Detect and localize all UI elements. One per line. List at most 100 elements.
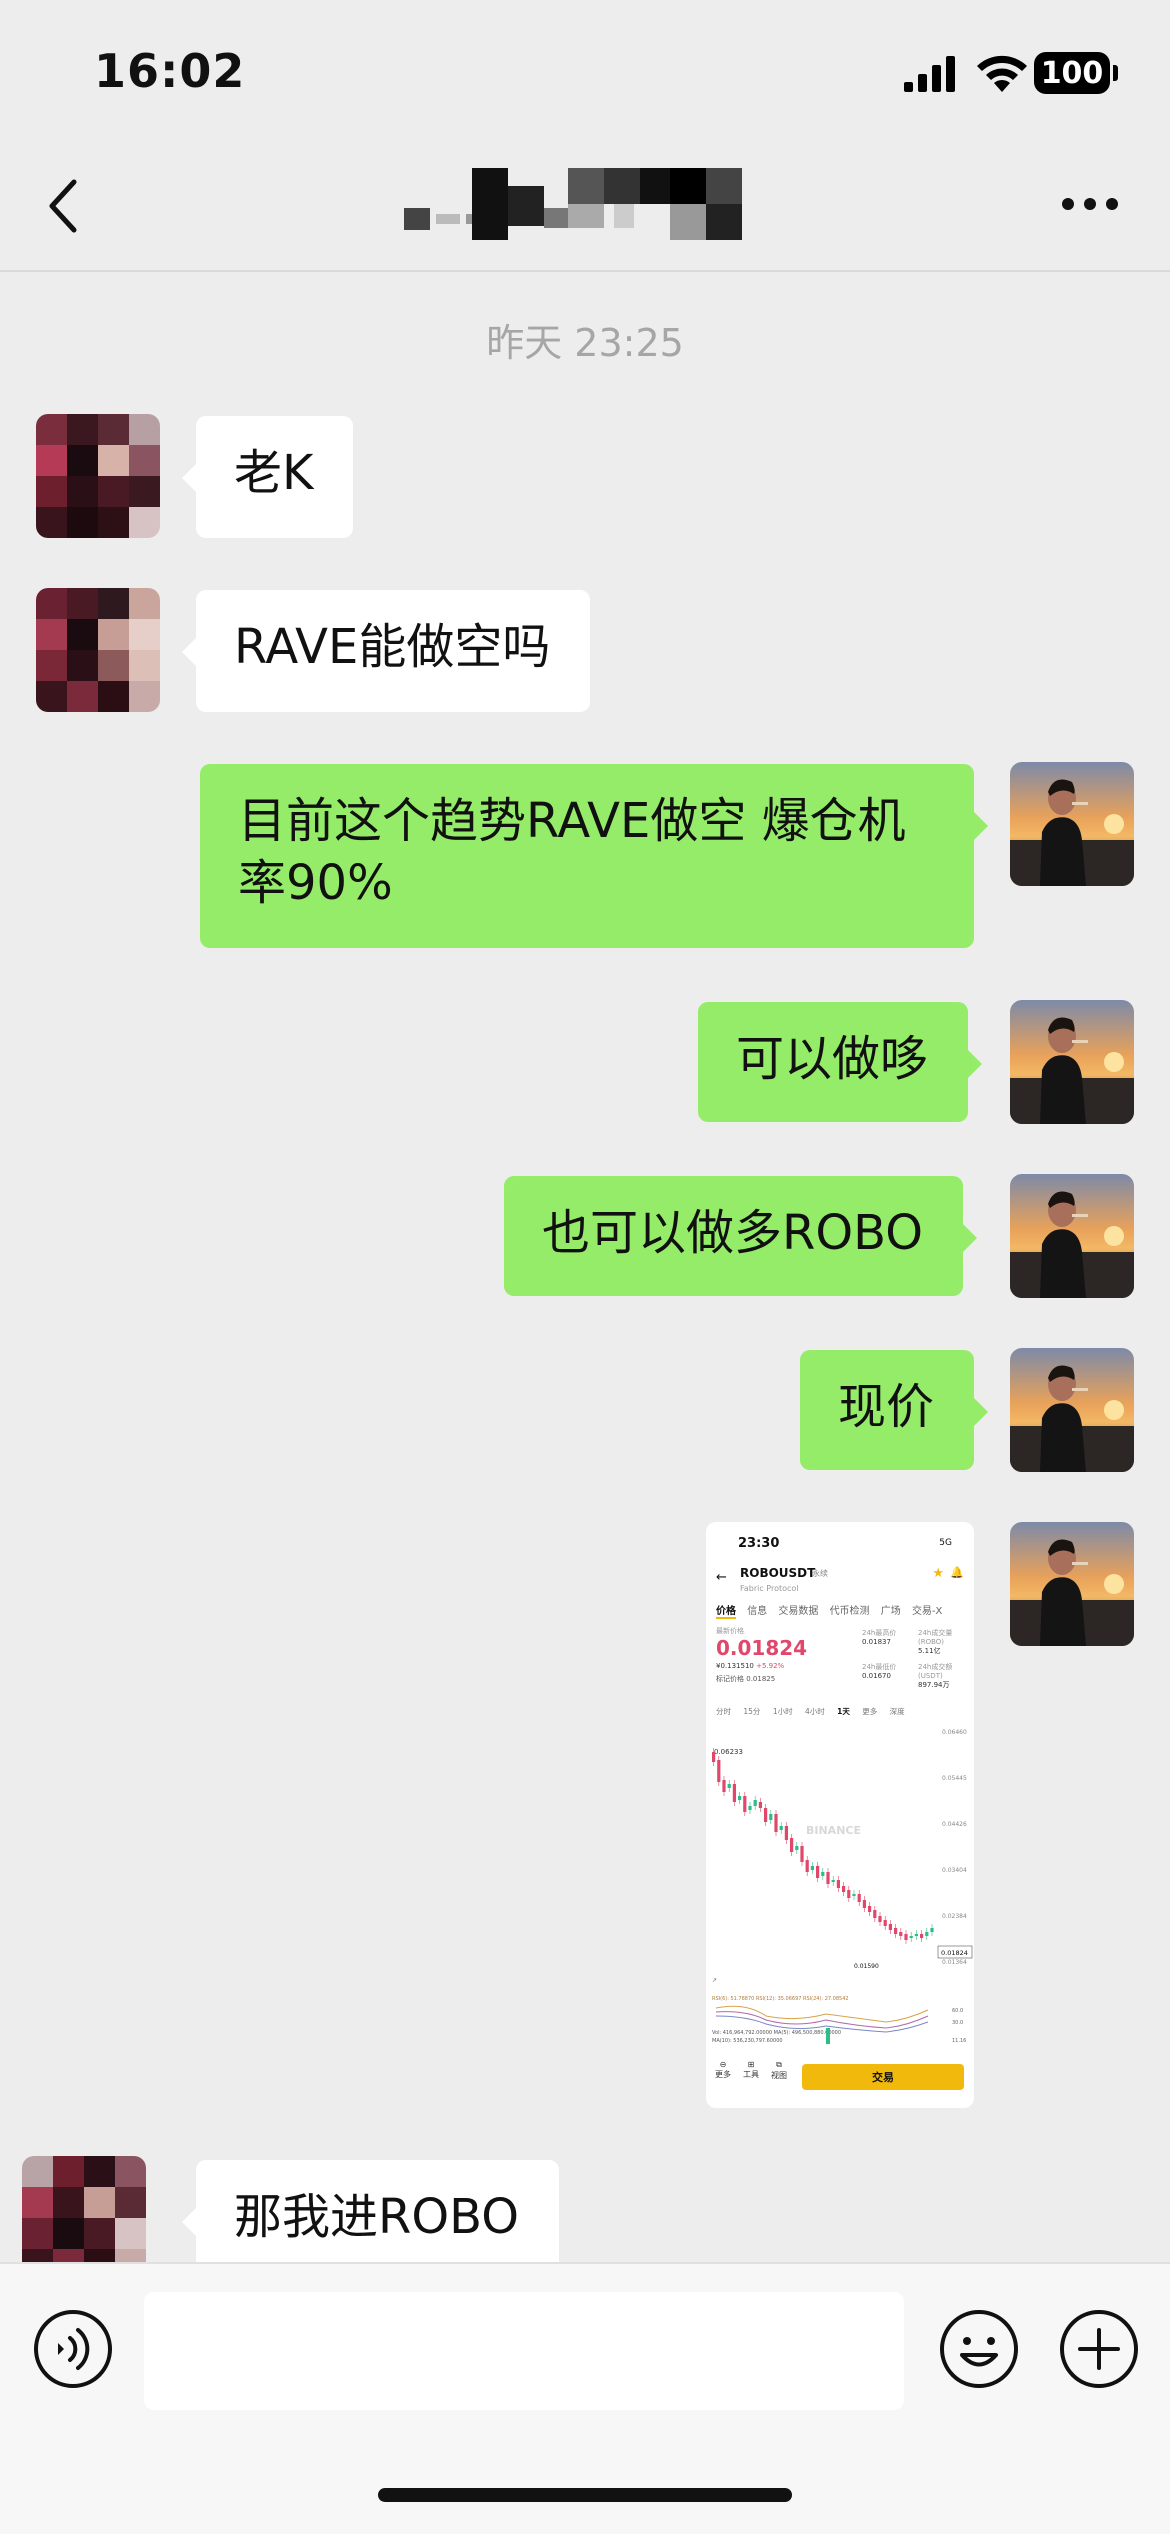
nav-bar (0, 140, 1170, 272)
candle (899, 1932, 903, 1936)
candle (826, 1872, 830, 1884)
message-bubble[interactable]: 现价 (800, 1350, 989, 1470)
candle (795, 1846, 799, 1850)
y-tick: 0.04426 (942, 1821, 967, 1828)
screenshot-tab: 价格 (716, 1606, 736, 1619)
screenshot-tab: 交易-X (911, 1606, 943, 1617)
y-tick: 0.03404 (942, 1867, 967, 1874)
home-indicator[interactable] (378, 2488, 792, 2502)
candle (894, 1928, 898, 1934)
chart-watermark: BINANCE (806, 1824, 861, 1837)
candle (857, 1894, 861, 1902)
candle (790, 1838, 794, 1852)
chevron-left-icon[interactable] (44, 176, 84, 236)
my-avatar[interactable] (1010, 762, 1134, 886)
screenshot-pair: ROBOUSDT (740, 1566, 816, 1580)
candle (753, 1800, 757, 1806)
candle (764, 1808, 768, 1822)
signal-icon (904, 56, 955, 92)
candle (920, 1934, 924, 1938)
chat-title-redacted (404, 168, 742, 240)
candle (758, 1802, 762, 1808)
screenshot-price: 0.01824 (716, 1636, 808, 1660)
screenshot-time: 23:30 (738, 1536, 780, 1551)
contact-avatar[interactable] (36, 588, 160, 712)
stat-label: 24h最低价 (862, 1663, 897, 1671)
stat-label: 24h最高价 (862, 1629, 897, 1637)
screenshot-bottom-bar: ⊖ 更多 ⊞ 工具 ⧉ 视图 交易 (706, 2044, 974, 2108)
candle (784, 1826, 788, 1840)
candle (836, 1880, 840, 1888)
candle (862, 1900, 866, 1908)
candle (878, 1916, 882, 1922)
rsi-line (715, 2011, 929, 2029)
y-tick: 0.02384 (942, 1913, 967, 1920)
screenshot-fiat-value: ¥0.131510 (716, 1662, 754, 1670)
candle (909, 1936, 913, 1938)
screenshot-intervals: 分时 15分 1小时 4小时 1天 更多 深度 (716, 1706, 915, 1717)
my-avatar[interactable] (1010, 1348, 1134, 1472)
candle (883, 1920, 887, 1926)
candle (722, 1780, 726, 1792)
my-avatar[interactable] (1010, 1522, 1134, 1646)
plus-icon[interactable] (1058, 2308, 1140, 2390)
screenshot-back-icon: ← (716, 1570, 727, 1585)
candle (810, 1866, 814, 1870)
candle (873, 1910, 877, 1918)
message-bubble[interactable]: 目前这个趋势RAVE做空 爆仓机率90% (200, 764, 988, 948)
candle (748, 1806, 752, 1810)
candle (816, 1866, 820, 1878)
stat-value: 0.01670 (862, 1672, 891, 1680)
candle (738, 1796, 742, 1800)
stat-item: 24h成交额(USDT) 897.94万 (918, 1662, 968, 1690)
candle (769, 1814, 773, 1820)
volume-bar (826, 2028, 830, 2044)
message-bubble[interactable]: 可以做哆 (698, 1002, 983, 1122)
my-avatar[interactable] (1010, 1174, 1134, 1298)
chart-high-label: 0.06233 (714, 1748, 743, 1756)
screenshot-last-label: 最新价格 (716, 1627, 744, 1635)
tool-item: ⊞ 工具 (743, 2060, 759, 2079)
ellipsis-icon[interactable] (1060, 196, 1120, 212)
tool-label: 工具 (743, 2070, 759, 2079)
candle (774, 1814, 778, 1832)
candle (712, 1752, 716, 1762)
trade-button: 交易 (802, 2064, 964, 2090)
voice-icon[interactable] (32, 2308, 114, 2390)
message-bubble[interactable]: RAVE能做空吗 (181, 590, 591, 712)
indicator-tick: 60.0 (952, 2008, 963, 2014)
message-bubble[interactable]: 也可以做多ROBO (504, 1176, 978, 1296)
my-avatar[interactable] (1010, 1000, 1134, 1124)
stat-item: 24h最高价 0.01837 (862, 1628, 912, 1646)
candle (800, 1846, 804, 1862)
resize-icon: ↗ (712, 1977, 717, 1984)
image-message[interactable]: 23:30 5G ← ROBOUSDT 永续 Fabric Protocol ★… (706, 1522, 974, 2108)
candle (852, 1894, 856, 1896)
interval-item: 4小时 (805, 1707, 825, 1716)
tool-label: 更多 (715, 2070, 731, 2079)
screenshot-perp: 永续 (812, 1569, 828, 1578)
battery-level: 100 (1040, 55, 1104, 91)
message-bubble[interactable]: 老K (181, 416, 354, 538)
message-input[interactable] (144, 2292, 904, 2410)
chat-timestamp: 昨天 23:25 (486, 321, 684, 365)
interval-item: 深度 (889, 1707, 905, 1716)
tool-label: 视图 (771, 2071, 787, 2080)
candle (868, 1906, 872, 1912)
stat-value: 897.94万 (918, 1681, 950, 1689)
emoji-icon[interactable] (938, 2308, 1020, 2390)
candle (732, 1784, 736, 1802)
contact-avatar[interactable] (36, 414, 160, 538)
candle (888, 1924, 892, 1930)
indicator-line: Vol: 416,964,792.00000 MA(5): 496,500,88… (712, 2030, 841, 2036)
stat-item: 24h成交量(ROBO) 5.11亿 (918, 1628, 968, 1656)
tool-item: ⧉ 视图 (771, 2060, 787, 2080)
interval-item: 1天 (837, 1707, 850, 1716)
bell-icon: 🔔 (950, 1566, 964, 1579)
y-tick: 0.01364 (942, 1959, 967, 1966)
screenshot-tab: 交易数据 (778, 1606, 819, 1617)
candle (743, 1796, 747, 1812)
battery-icon: 100 (1034, 52, 1118, 94)
interval-item: 15分 (743, 1707, 761, 1716)
y-tick: 0.06460 (942, 1729, 967, 1736)
